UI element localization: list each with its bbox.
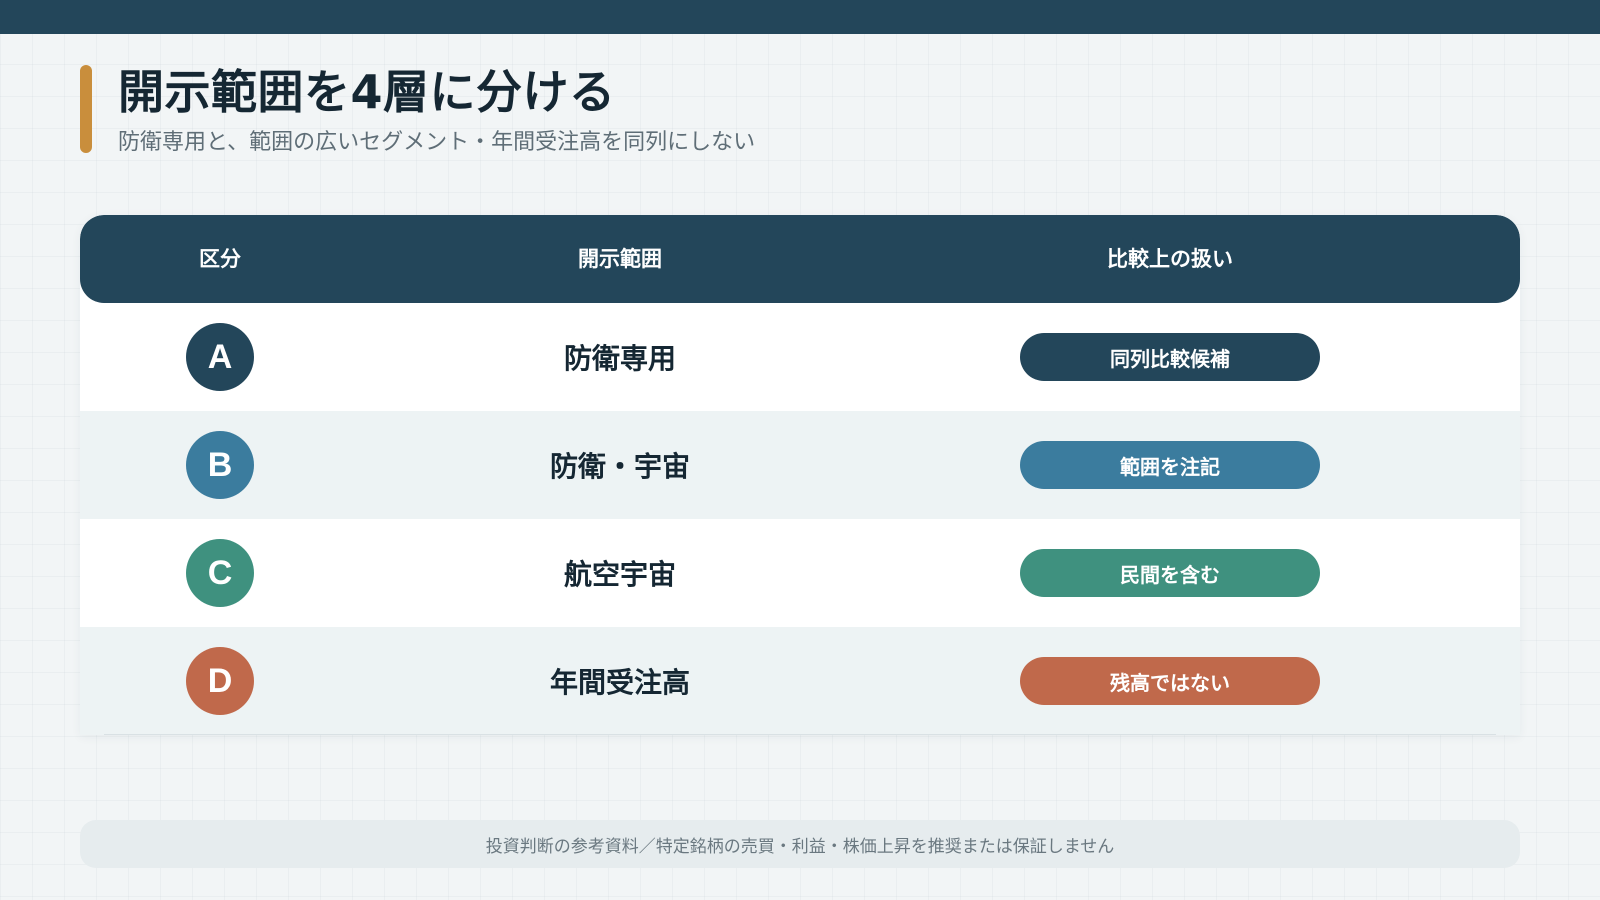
scope-label: 航空宇宙 <box>563 558 676 591</box>
title-accent-bar <box>80 65 92 153</box>
header-scope: 開示範囲 <box>578 247 662 271</box>
table-row: B 防衛・宇宙 範囲を注記 <box>80 411 1520 519</box>
table-divider <box>104 734 1496 735</box>
scope-table: 区分 開示範囲 比較上の扱い A 防衛専用 同列比較候補 B 防衛・宇宙 範囲を… <box>80 215 1520 735</box>
treatment-pill: 同列比較候補 <box>1020 333 1320 381</box>
category-badge: A <box>186 323 254 391</box>
category-badge: D <box>186 647 254 715</box>
category-badge: B <box>186 431 254 499</box>
scope-label: 防衛専用 <box>563 342 676 375</box>
header-category: 区分 <box>199 247 241 271</box>
category-badge: C <box>186 539 254 607</box>
treatment-pill: 範囲を注記 <box>1020 441 1320 489</box>
table-row: A 防衛専用 同列比較候補 <box>80 303 1520 411</box>
page-title: 開示範囲を4層に分ける <box>118 65 616 119</box>
page-subtitle: 防衛専用と、範囲の広いセグメント・年間受注高を同列にしない <box>118 130 756 155</box>
table-row: D 年間受注高 残高ではない <box>80 627 1520 735</box>
scope-label: 年間受注高 <box>549 666 690 699</box>
scope-label: 防衛・宇宙 <box>549 450 690 483</box>
header-treatment: 比較上の扱い <box>1107 247 1233 271</box>
treatment-pill: 残高ではない <box>1020 657 1320 705</box>
table-row: C 航空宇宙 民間を含む <box>80 519 1520 627</box>
treatment-pill: 民間を含む <box>1020 549 1320 597</box>
disclaimer-banner: 投資判断の参考資料／特定銘柄の売買・利益・株価上昇を推奨または保証しません <box>80 820 1520 868</box>
table-header: 区分 開示範囲 比較上の扱い <box>80 215 1520 303</box>
top-bar <box>0 0 1600 34</box>
